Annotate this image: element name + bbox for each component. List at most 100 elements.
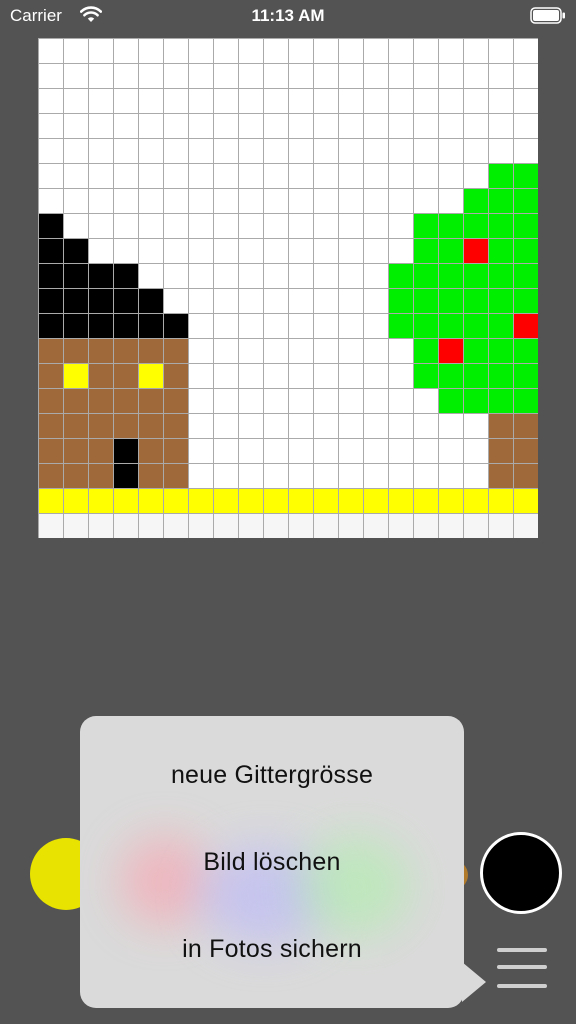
grid-cell[interactable] bbox=[64, 464, 88, 488]
grid-cell[interactable] bbox=[89, 414, 113, 438]
grid-cell[interactable] bbox=[139, 414, 163, 438]
grid-cell[interactable] bbox=[364, 289, 388, 313]
grid-cell[interactable] bbox=[64, 264, 88, 288]
grid-cell[interactable] bbox=[239, 414, 263, 438]
grid-cell[interactable] bbox=[64, 89, 88, 113]
grid-cell[interactable] bbox=[189, 314, 213, 338]
grid-cell[interactable] bbox=[89, 289, 113, 313]
grid-cell[interactable] bbox=[389, 239, 413, 263]
grid-cell[interactable] bbox=[214, 139, 238, 163]
grid-cell[interactable] bbox=[89, 514, 113, 538]
grid-cell[interactable] bbox=[164, 214, 188, 238]
grid-cell[interactable] bbox=[514, 364, 538, 388]
grid-cell[interactable] bbox=[314, 489, 338, 513]
grid-cell[interactable] bbox=[114, 89, 138, 113]
grid-cell[interactable] bbox=[339, 314, 363, 338]
grid-cell[interactable] bbox=[414, 364, 438, 388]
grid-cell[interactable] bbox=[339, 339, 363, 363]
grid-cell[interactable] bbox=[389, 439, 413, 463]
grid-cell[interactable] bbox=[114, 389, 138, 413]
grid-cell[interactable] bbox=[39, 39, 63, 63]
grid-cell[interactable] bbox=[139, 364, 163, 388]
grid-cell[interactable] bbox=[89, 489, 113, 513]
grid-cell[interactable] bbox=[264, 164, 288, 188]
grid-cell[interactable] bbox=[189, 39, 213, 63]
grid-cell[interactable] bbox=[214, 364, 238, 388]
grid-cell[interactable] bbox=[389, 139, 413, 163]
grid-cell[interactable] bbox=[464, 289, 488, 313]
grid-cell[interactable] bbox=[339, 89, 363, 113]
grid-cell[interactable] bbox=[114, 239, 138, 263]
grid-cell[interactable] bbox=[164, 264, 188, 288]
grid-cell[interactable] bbox=[314, 364, 338, 388]
grid-cell[interactable] bbox=[439, 464, 463, 488]
grid-cell[interactable] bbox=[364, 214, 388, 238]
grid-cell[interactable] bbox=[39, 189, 63, 213]
grid-cell[interactable] bbox=[239, 164, 263, 188]
grid-cell[interactable] bbox=[389, 289, 413, 313]
grid-cell[interactable] bbox=[264, 514, 288, 538]
grid-cell[interactable] bbox=[314, 114, 338, 138]
grid-cell[interactable] bbox=[239, 464, 263, 488]
grid-cell[interactable] bbox=[364, 339, 388, 363]
grid-cell[interactable] bbox=[214, 114, 238, 138]
grid-cell[interactable] bbox=[64, 339, 88, 363]
grid-cell[interactable] bbox=[364, 464, 388, 488]
grid-cell[interactable] bbox=[164, 164, 188, 188]
grid-cell[interactable] bbox=[239, 39, 263, 63]
grid-cell[interactable] bbox=[464, 114, 488, 138]
grid-cell[interactable] bbox=[314, 464, 338, 488]
grid-cell[interactable] bbox=[464, 389, 488, 413]
grid-cell[interactable] bbox=[264, 389, 288, 413]
grid-cell[interactable] bbox=[364, 239, 388, 263]
grid-cell[interactable] bbox=[189, 464, 213, 488]
grid-cell[interactable] bbox=[314, 164, 338, 188]
grid-cell[interactable] bbox=[114, 439, 138, 463]
grid-cell[interactable] bbox=[364, 439, 388, 463]
grid-cell[interactable] bbox=[439, 64, 463, 88]
grid-cell[interactable] bbox=[114, 364, 138, 388]
grid-cell[interactable] bbox=[514, 339, 538, 363]
grid-cell[interactable] bbox=[64, 39, 88, 63]
grid-cell[interactable] bbox=[239, 139, 263, 163]
grid-cell[interactable] bbox=[439, 414, 463, 438]
grid-cell[interactable] bbox=[289, 164, 313, 188]
grid-cell[interactable] bbox=[414, 414, 438, 438]
grid-cell[interactable] bbox=[264, 64, 288, 88]
grid-cell[interactable] bbox=[264, 339, 288, 363]
grid-cell[interactable] bbox=[39, 214, 63, 238]
grid-cell[interactable] bbox=[164, 139, 188, 163]
grid-cell[interactable] bbox=[439, 189, 463, 213]
grid-cell[interactable] bbox=[289, 89, 313, 113]
grid-cell[interactable] bbox=[289, 314, 313, 338]
grid-cell[interactable] bbox=[39, 489, 63, 513]
grid-cell[interactable] bbox=[214, 514, 238, 538]
grid-cell[interactable] bbox=[364, 114, 388, 138]
grid-cell[interactable] bbox=[214, 39, 238, 63]
grid-cell[interactable] bbox=[439, 89, 463, 113]
grid-cell[interactable] bbox=[389, 114, 413, 138]
grid-cell[interactable] bbox=[489, 314, 513, 338]
grid-cell[interactable] bbox=[339, 414, 363, 438]
grid-cell[interactable] bbox=[464, 514, 488, 538]
grid-cell[interactable] bbox=[464, 264, 488, 288]
grid-cell[interactable] bbox=[439, 389, 463, 413]
grid-cell[interactable] bbox=[414, 89, 438, 113]
grid-cell[interactable] bbox=[289, 189, 313, 213]
grid-cell[interactable] bbox=[39, 339, 63, 363]
grid-cell[interactable] bbox=[489, 439, 513, 463]
grid-cell[interactable] bbox=[364, 264, 388, 288]
grid-cell[interactable] bbox=[289, 439, 313, 463]
grid-cell[interactable] bbox=[414, 264, 438, 288]
grid-cell[interactable] bbox=[339, 439, 363, 463]
grid-cell[interactable] bbox=[414, 439, 438, 463]
grid-cell[interactable] bbox=[464, 164, 488, 188]
grid-cell[interactable] bbox=[389, 464, 413, 488]
grid-cell[interactable] bbox=[314, 339, 338, 363]
grid-cell[interactable] bbox=[389, 64, 413, 88]
grid-cell[interactable] bbox=[164, 339, 188, 363]
grid-cell[interactable] bbox=[339, 189, 363, 213]
grid-cell[interactable] bbox=[489, 514, 513, 538]
grid-cell[interactable] bbox=[414, 64, 438, 88]
grid-cell[interactable] bbox=[214, 489, 238, 513]
